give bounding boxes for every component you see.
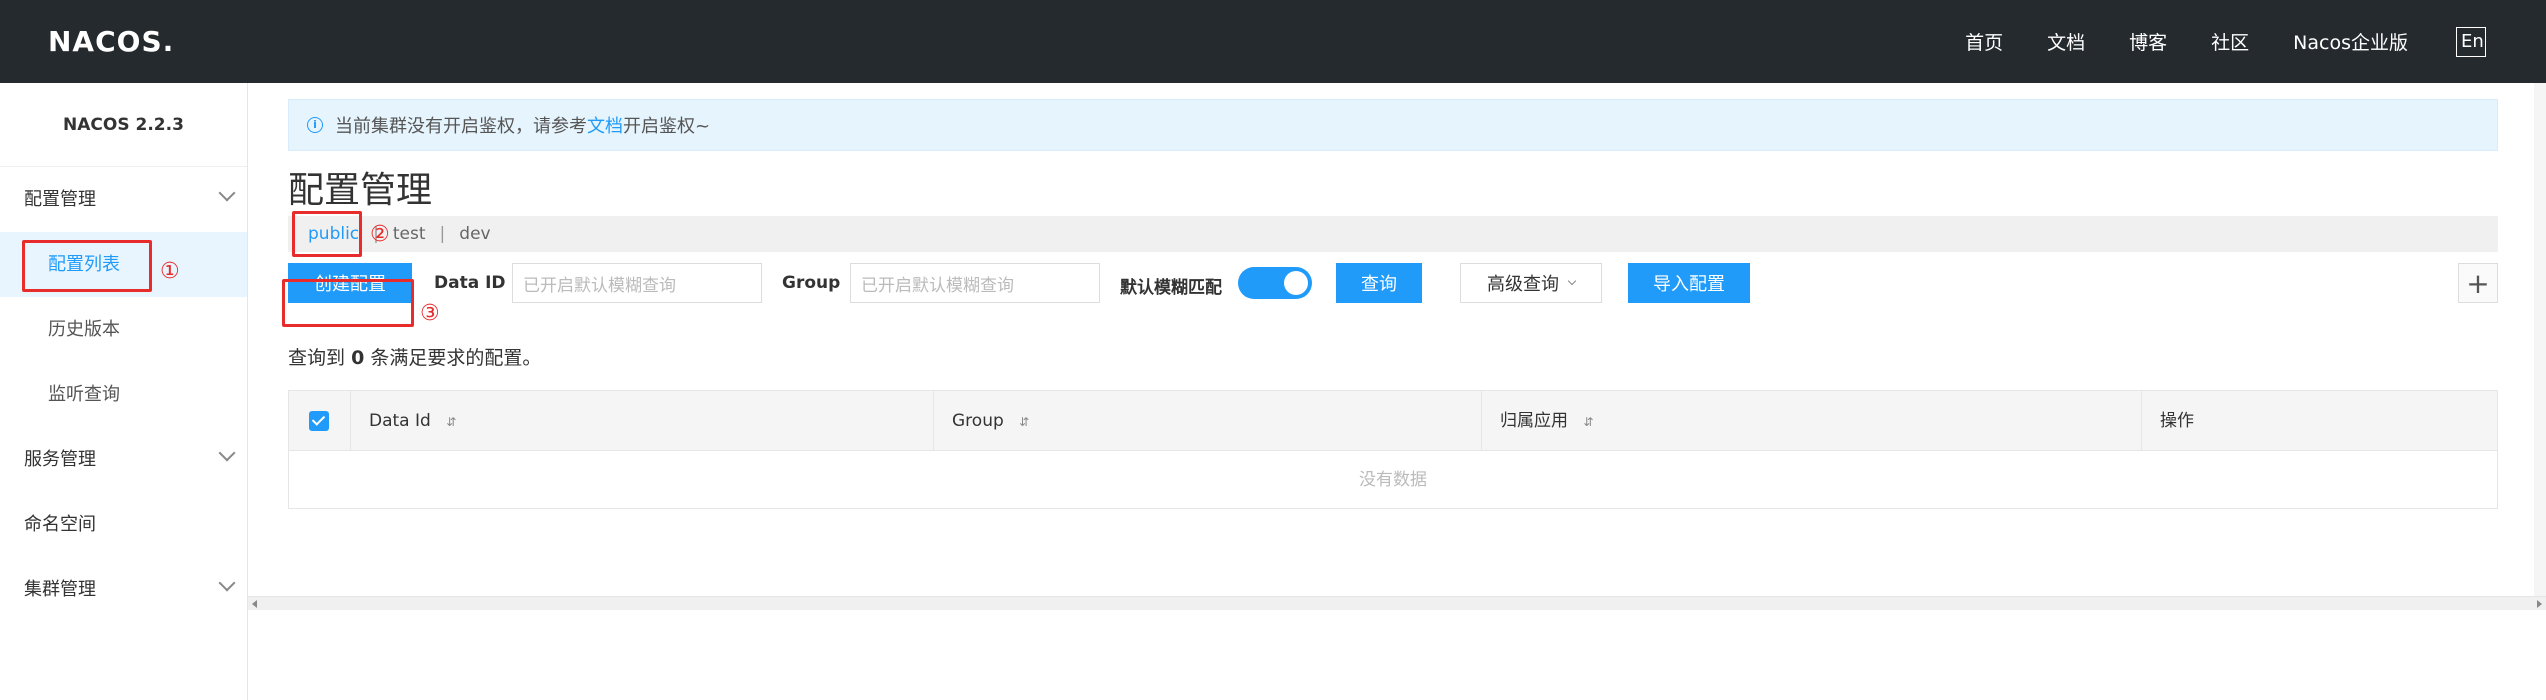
column-group[interactable]: Group ⇵ — [934, 391, 1482, 451]
column-label: 归属应用 — [1500, 411, 1568, 431]
group-label: Group — [782, 273, 841, 293]
empty-state: 没有数据 — [1359, 470, 1427, 490]
main-content: i 当前集群没有开启鉴权，请参考 文档 开启鉴权~ 配置管理 public | … — [248, 83, 2546, 700]
annotation-box-3 — [282, 279, 414, 327]
search-toolbar: 创建配置 Data ID 已开启默认模糊查询 Group 已开启默认模糊查询 默… — [288, 263, 2498, 303]
sort-icon[interactable]: ⇵ — [1583, 415, 1593, 429]
column-app[interactable]: 归属应用 ⇵ — [1482, 391, 2142, 451]
page-title: 配置管理 — [288, 170, 433, 211]
annotation-number-3: ③ — [420, 301, 440, 326]
fuzzy-match-label: 默认模糊匹配 — [1120, 278, 1222, 298]
result-suffix: 条满足要求的配置。 — [370, 347, 542, 369]
advanced-query-button[interactable]: 高级查询 — [1460, 263, 1602, 303]
auth-notice: i 当前集群没有开启鉴权，请参考 文档 开启鉴权~ — [288, 99, 2498, 151]
sidebar-item-service-management[interactable]: 服务管理 — [0, 427, 247, 492]
toggle-knob — [1284, 271, 1308, 295]
language-switch-button[interactable]: En — [2456, 26, 2486, 57]
horizontal-scrollbar[interactable] — [248, 596, 2546, 610]
sort-icon[interactable]: ⇵ — [446, 415, 456, 429]
namespace-divider: | — [439, 224, 446, 244]
column-label: 操作 — [2160, 411, 2194, 431]
top-navbar: NACOS. 首页 文档 博客 社区 Nacos企业版 En — [0, 0, 2546, 83]
select-all-cell — [289, 391, 351, 451]
notice-text-suffix: 开启鉴权~ — [623, 116, 711, 137]
sidebar-item-label: 命名空间 — [24, 514, 96, 535]
info-icon: i — [307, 117, 323, 133]
sidebar: NACOS 2.2.3 配置管理 配置列表 历史版本 监听查询 服务管理 命名空… — [0, 83, 248, 700]
vertical-scrollbar[interactable] — [2534, 83, 2546, 596]
sidebar-item-listener-query[interactable]: 监听查询 — [0, 362, 247, 427]
nav-home[interactable]: 首页 — [1965, 28, 2003, 55]
chevron-down-icon — [218, 444, 236, 462]
nav-enterprise[interactable]: Nacos企业版 — [2293, 28, 2408, 55]
notice-text: 当前集群没有开启鉴权，请参考 — [335, 116, 587, 137]
advanced-query-label: 高级查询 — [1487, 274, 1559, 295]
sidebar-item-cluster-management[interactable]: 集群管理 — [0, 557, 247, 622]
sort-icon[interactable]: ⇵ — [1019, 415, 1029, 429]
result-prefix: 查询到 — [288, 347, 346, 369]
sidebar-item-label: 监听查询 — [48, 384, 120, 405]
chevron-down-icon — [218, 184, 236, 202]
column-label: Group — [952, 411, 1004, 431]
sidebar-item-config-management[interactable]: 配置管理 — [0, 167, 247, 232]
sidebar-item-label: 配置管理 — [24, 189, 96, 210]
column-actions: 操作 — [2142, 391, 2497, 451]
column-data-id[interactable]: Data Id ⇵ — [351, 391, 934, 451]
column-label: Data Id — [369, 411, 431, 431]
data-id-label: Data ID — [434, 273, 506, 293]
sidebar-item-label: 集群管理 — [24, 579, 96, 600]
data-id-input[interactable]: 已开启默认模糊查询 — [512, 263, 762, 303]
table-header: Data Id ⇵ Group ⇵ 归属应用 ⇵ 操作 — [289, 391, 2497, 451]
top-nav: 首页 文档 博客 社区 Nacos企业版 En — [1921, 0, 2486, 83]
result-count: 0 — [351, 347, 365, 369]
sidebar-item-label: 历史版本 — [48, 319, 120, 340]
query-button[interactable]: 查询 — [1336, 263, 1422, 303]
namespace-bar: public | test | dev — [288, 216, 2498, 252]
annotation-box-1 — [22, 240, 152, 292]
annotation-number-1: ① — [160, 259, 180, 284]
logo-text: NACOS. — [48, 24, 175, 58]
version-label: NACOS 2.2.3 — [0, 83, 247, 167]
plus-icon[interactable]: + — [2458, 263, 2498, 303]
group-input[interactable]: 已开启默认模糊查询 — [850, 263, 1100, 303]
notice-docs-link[interactable]: 文档 — [587, 112, 623, 138]
chevron-down-icon — [1567, 276, 1577, 286]
nav-community[interactable]: 社区 — [2211, 28, 2249, 55]
select-all-checkbox[interactable] — [309, 411, 329, 431]
namespace-test[interactable]: test — [393, 224, 426, 244]
sidebar-item-namespace[interactable]: 命名空间 — [0, 492, 247, 557]
config-table: Data Id ⇵ Group ⇵ 归属应用 ⇵ 操作 没有数据 — [288, 390, 2498, 509]
sidebar-item-history[interactable]: 历史版本 — [0, 297, 247, 362]
fuzzy-match-toggle[interactable] — [1238, 267, 1312, 299]
annotation-box-2 — [292, 211, 362, 257]
sidebar-item-label: 服务管理 — [24, 449, 96, 470]
nav-docs[interactable]: 文档 — [2047, 28, 2085, 55]
import-config-button[interactable]: 导入配置 — [1628, 263, 1750, 303]
namespace-dev[interactable]: dev — [459, 224, 490, 244]
nacos-logo[interactable]: NACOS. — [48, 22, 174, 60]
scroll-right-icon[interactable] — [2537, 600, 2542, 608]
chevron-down-icon — [218, 574, 236, 592]
nav-blog[interactable]: 博客 — [2129, 28, 2167, 55]
annotation-number-2: ② — [370, 222, 390, 247]
scroll-left-icon[interactable] — [252, 600, 257, 608]
result-summary: 查询到 0 条满足要求的配置。 — [288, 343, 541, 370]
